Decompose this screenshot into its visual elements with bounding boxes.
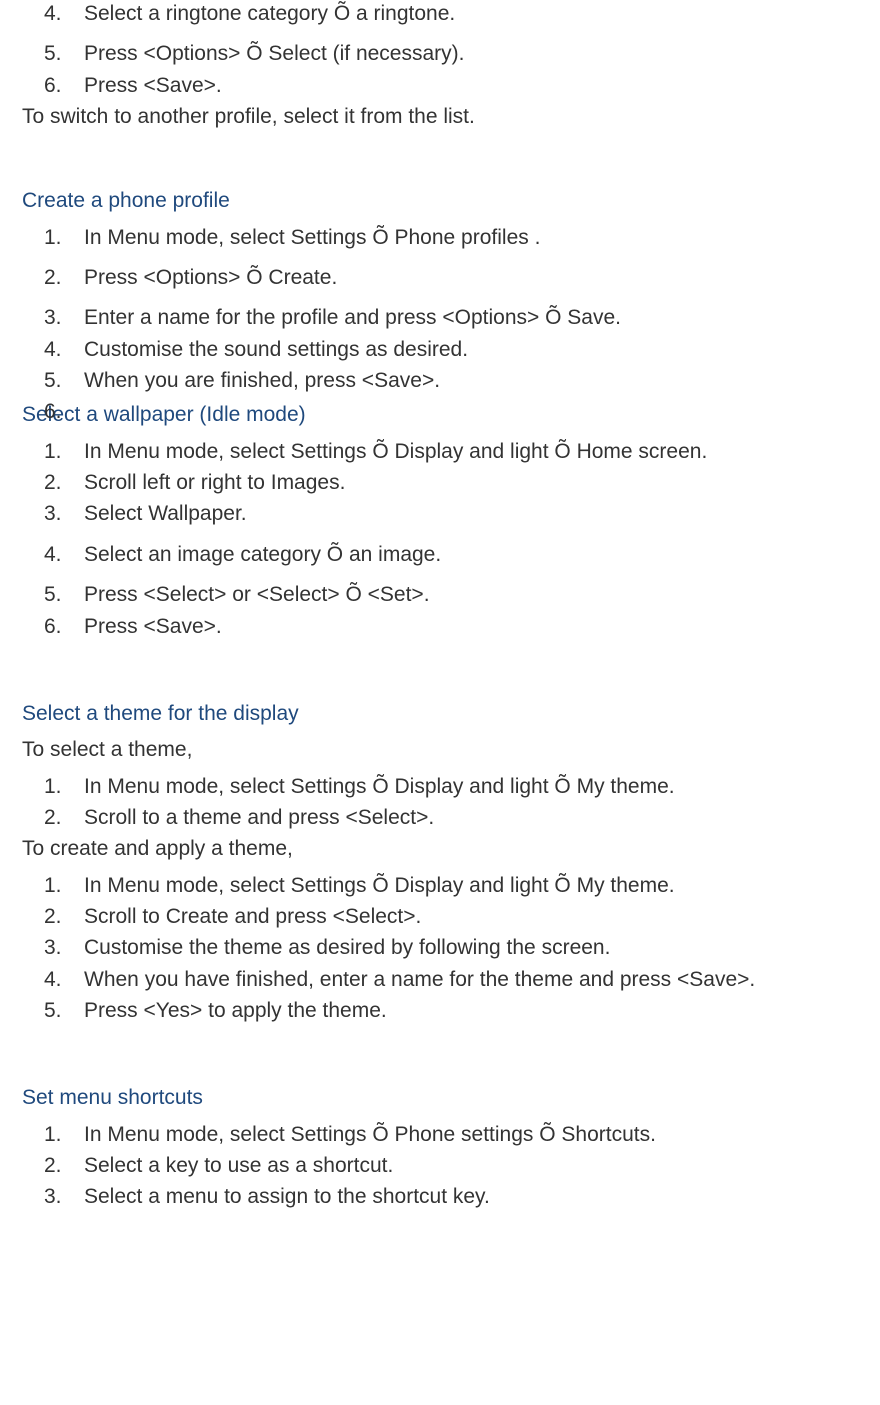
list-section2: 1. In Menu mode, select Settings Õ Displ… [22, 438, 875, 641]
list-item: 6. Press <Save>. [22, 613, 875, 641]
list-section3b: 1. In Menu mode, select Settings Õ Displ… [22, 872, 875, 1026]
list-number: 2. [44, 469, 74, 497]
list-item: 2. Select a key to use as a shortcut. [22, 1152, 875, 1180]
list-number: 3. [44, 500, 74, 528]
list-text: Press <Save>. [84, 615, 222, 638]
list-item: 1. In Menu mode, select Settings Õ Phone… [22, 224, 875, 252]
list-section3a: 1. In Menu mode, select Settings Õ Displ… [22, 773, 875, 833]
list-number: 5. [44, 581, 74, 609]
list-text: When you are finished, press <Save>. [84, 369, 440, 392]
list-text: Enter a name for the profile and press <… [84, 306, 621, 329]
list-number: 4. [44, 966, 74, 994]
list-item: 5. Press <Options> Õ Select (if necessar… [22, 40, 875, 68]
paragraph: To switch to another profile, select it … [22, 103, 875, 131]
list-number: 6. [44, 398, 74, 426]
list-number: 1. [44, 1121, 74, 1149]
list-item: 2. Press <Options> Õ Create. [22, 264, 875, 292]
list-item: 1. In Menu mode, select Settings Õ Phone… [22, 1121, 875, 1149]
heading-wallpaper: Select a wallpaper (Idle mode) [22, 401, 875, 429]
list-number: 1. [44, 773, 74, 801]
paragraph: To create and apply a theme, [22, 835, 875, 863]
list-item: 3. Enter a name for the profile and pres… [22, 304, 875, 332]
list-text: Select a menu to assign to the shortcut … [84, 1185, 490, 1208]
list-text: In Menu mode, select Settings Õ Phone pr… [84, 226, 540, 249]
list-number: 5. [44, 40, 74, 68]
list-text: Press <Options> Õ Select (if necessary). [84, 42, 464, 65]
list-text: Scroll to a theme and press <Select>. [84, 806, 434, 829]
heading-shortcuts: Set menu shortcuts [22, 1084, 875, 1112]
list-number: 3. [44, 1183, 74, 1211]
list-number: 6. [44, 613, 74, 641]
list-text: Press <Yes> to apply the theme. [84, 999, 387, 1022]
list-item: 6. Press <Save>. [22, 72, 875, 100]
list-number: 4. [44, 336, 74, 364]
list-text: When you have finished, enter a name for… [84, 968, 755, 991]
list-number: 2. [44, 264, 74, 292]
list-text: Scroll to Create and press <Select>. [84, 905, 421, 928]
list-text: Select Wallpaper. [84, 502, 247, 525]
heading-theme: Select a theme for the display [22, 700, 875, 728]
list-text: Select a ringtone category Õ a ringtone. [84, 2, 455, 25]
list-text: Scroll left or right to Images. [84, 471, 345, 494]
list-item: 5. Press <Yes> to apply the theme. [22, 997, 875, 1025]
list-item: 2. Scroll to Create and press <Select>. [22, 903, 875, 931]
list-item: 4. Select an image category Õ an image. [22, 541, 875, 569]
list-text: Press <Select> or <Select> Õ <Set>. [84, 583, 430, 606]
list-section1: 1. In Menu mode, select Settings Õ Phone… [22, 224, 875, 396]
list-number: 2. [44, 1152, 74, 1180]
list-item: 5. When you are finished, press <Save>. [22, 367, 875, 395]
list-section0: 4. Select a ringtone category Õ a ringto… [22, 0, 875, 100]
list-text: Select an image category Õ an image. [84, 543, 441, 566]
list-text: Customise the theme as desired by follow… [84, 936, 610, 959]
list-item: 1. In Menu mode, select Settings Õ Displ… [22, 773, 875, 801]
list-item: 4. Select a ringtone category Õ a ringto… [22, 0, 875, 28]
list-number: 3. [44, 304, 74, 332]
list-number: 5. [44, 367, 74, 395]
list-text: Press <Save>. [84, 74, 222, 97]
list-number: 5. [44, 997, 74, 1025]
list-number: 1. [44, 872, 74, 900]
list-item: 2. Scroll left or right to Images. [22, 469, 875, 497]
list-item: 4. Customise the sound settings as desir… [22, 336, 875, 364]
list-text: In Menu mode, select Settings Õ Display … [84, 874, 675, 897]
list-item: 4. When you have finished, enter a name … [22, 966, 875, 994]
list-text: In Menu mode, select Settings Õ Display … [84, 775, 675, 798]
list-item: 1. In Menu mode, select Settings Õ Displ… [22, 438, 875, 466]
list-number: 3. [44, 934, 74, 962]
list-text: Select a key to use as a shortcut. [84, 1154, 393, 1177]
list-item: 3. Select a menu to assign to the shortc… [22, 1183, 875, 1211]
list-text: Customise the sound settings as desired. [84, 338, 468, 361]
list-number: 6. [44, 72, 74, 100]
list-section4: 1. In Menu mode, select Settings Õ Phone… [22, 1121, 875, 1212]
paragraph: To select a theme, [22, 736, 875, 764]
list-item: 2. Scroll to a theme and press <Select>. [22, 804, 875, 832]
list-number: 4. [44, 0, 74, 28]
list-number: 1. [44, 438, 74, 466]
list-item: 5. Press <Select> or <Select> Õ <Set>. [22, 581, 875, 609]
list-number: 2. [44, 903, 74, 931]
list-text: Press <Options> Õ Create. [84, 266, 337, 289]
list-item: 3. Customise the theme as desired by fol… [22, 934, 875, 962]
list-item: 3. Select Wallpaper. [22, 500, 875, 528]
list-text: In Menu mode, select Settings Õ Phone se… [84, 1123, 656, 1146]
list-number: 2. [44, 804, 74, 832]
list-number: 1. [44, 224, 74, 252]
list-item: 1. In Menu mode, select Settings Õ Displ… [22, 872, 875, 900]
list-number: 4. [44, 541, 74, 569]
list-text: In Menu mode, select Settings Õ Display … [84, 440, 707, 463]
heading-create-profile: Create a phone profile [22, 187, 875, 215]
